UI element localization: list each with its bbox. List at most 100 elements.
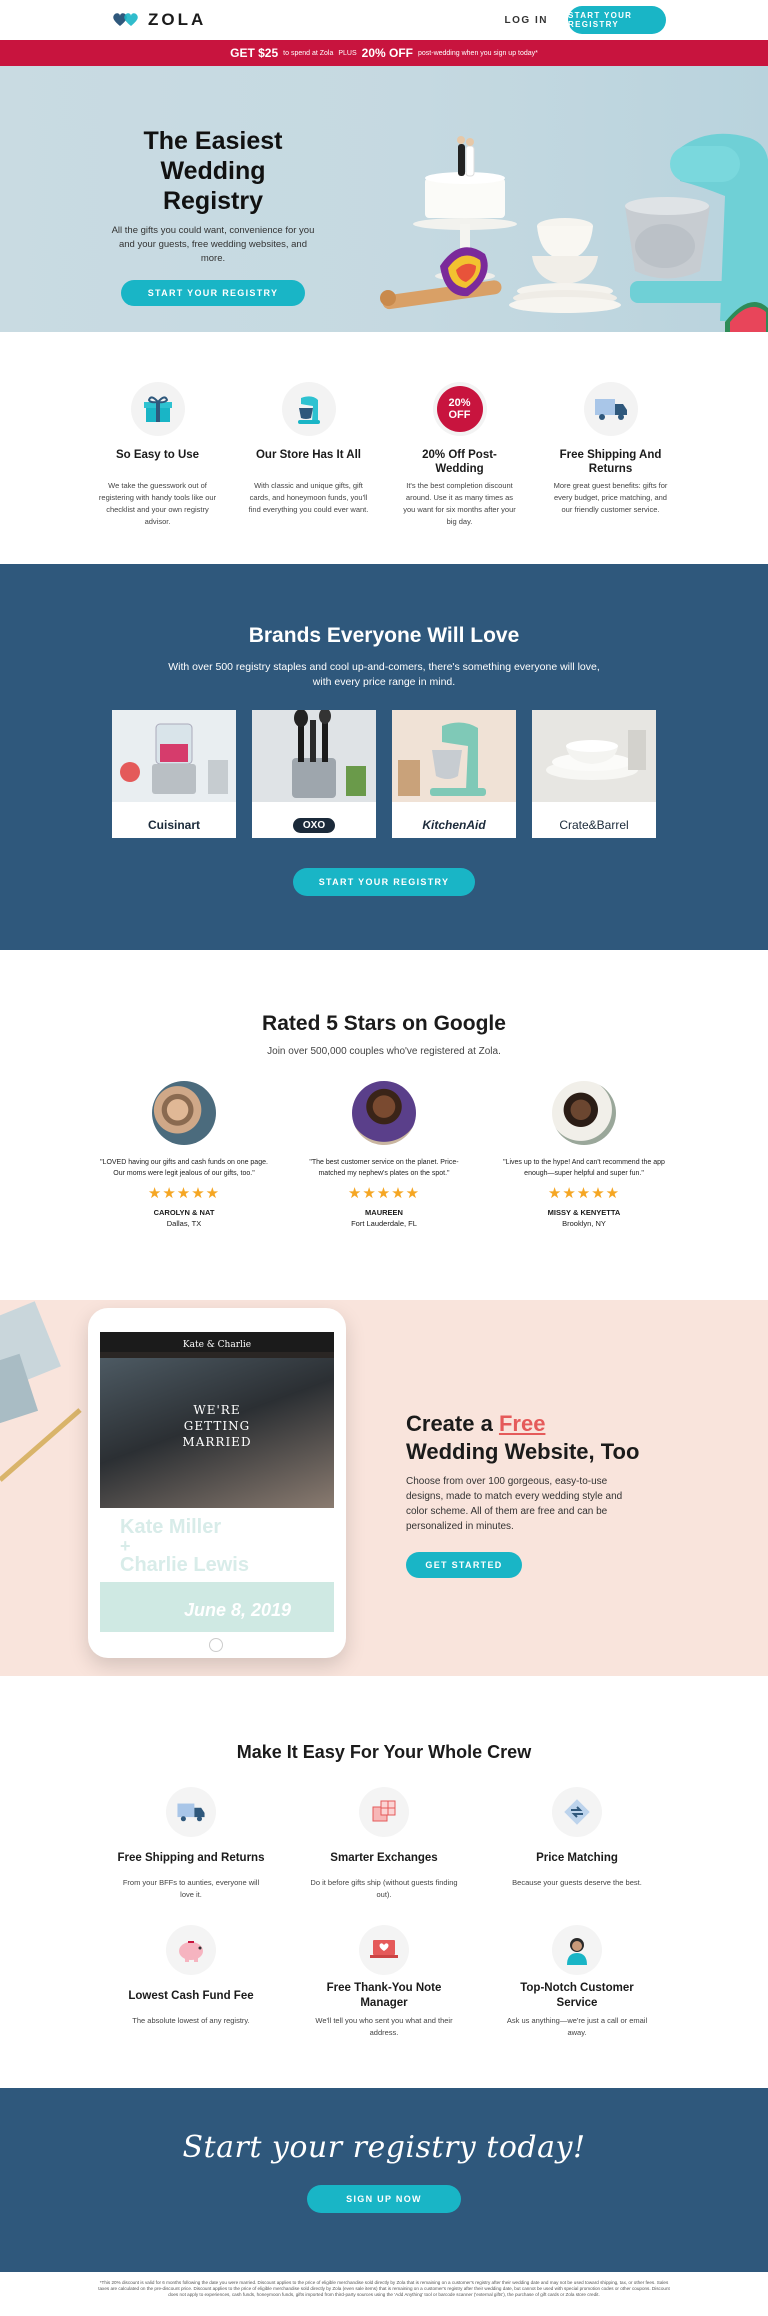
crew-item-body: From your BFFs to aunties, everyone will… [122, 1878, 260, 1899]
promo-discount: 20% OFF [361, 46, 414, 60]
crew-item-cash-fund: Lowest Cash Fund Fee The absolute lowest… [116, 1925, 266, 2039]
feature-body: We take the guesswork out of registering… [98, 481, 217, 526]
dinnerware-image [532, 710, 656, 802]
website-body: Choose from over 100 gorgeous, easy-to-u… [406, 1476, 623, 1532]
hero-start-registry-button[interactable]: START YOUR REGISTRY [121, 280, 305, 306]
avatar [352, 1081, 416, 1145]
brand-name: Cuisinart [147, 818, 200, 832]
login-link[interactable]: LOG IN [505, 15, 548, 26]
brands-subtitle: With over 500 registry staples and cool … [168, 661, 600, 688]
reviewer-city: Fort Lauderdale, FL [351, 1219, 417, 1228]
kitchen-utensils-image [252, 710, 376, 802]
reviewer-city: Dallas, TX [166, 1219, 202, 1228]
brand-card-cuisinart[interactable]: Cuisinart [112, 710, 236, 838]
crew-item-thank-you: Free Thank-You Note Manager We'll tell y… [309, 1925, 459, 2039]
review-card: "LOVED having our gifts and cash funds o… [99, 1081, 269, 1228]
crew-item-title: Price Matching [536, 1851, 618, 1864]
logo-text: ZOLA [148, 10, 207, 29]
reviewer-name: MISSY & KENYETTA [547, 1208, 621, 1217]
reviews-subtitle: Join over 500,000 couples who've registe… [267, 1046, 501, 1057]
hearts-logo-icon [113, 13, 138, 26]
brand-name: OXO [252, 807, 376, 838]
gift-box-icon [130, 382, 185, 436]
crew-item-body: Ask us anything—we're just a call or ema… [506, 2016, 648, 2037]
feature-title: Our Store Has It All [255, 449, 361, 461]
food-processor-image [112, 710, 236, 802]
hero-title: The Easiest Wedding Registry [143, 127, 283, 215]
avatar [552, 1081, 616, 1145]
crew-item-title: Smarter Exchanges [330, 1851, 438, 1864]
brand-name: KitchenAid [422, 818, 486, 832]
avatar [152, 1081, 216, 1145]
feature-title: 20% Off Post-Wedding [422, 449, 497, 475]
feature-title: So Easy to Use [115, 449, 200, 461]
feature-easy: So Easy to Use We take the guesswork out… [97, 382, 218, 564]
five-stars-icon: ★★★★★ [147, 1185, 221, 1202]
crew-item-shipping: Free Shipping and Returns From your BFFs… [116, 1787, 266, 1901]
crew-title: Make It Easy For Your Whole Crew [236, 1742, 532, 1762]
review-card: "The best customer service on the planet… [299, 1081, 469, 1228]
brand-card-oxo[interactable]: OXO [252, 710, 376, 838]
sign-up-now-button[interactable]: SIGN UP NOW [307, 2185, 461, 2213]
crew-item-title: Free Shipping and Returns [117, 1851, 265, 1864]
promo-text-2: post-wedding when you sign up today* [418, 49, 538, 57]
reviewer-city: Brooklyn, NY [562, 1219, 606, 1228]
crew-item-body: Because your guests deserve the best. [512, 1878, 642, 1887]
preview-names-2: Charlie Lewis [120, 1554, 249, 1576]
brands-title: Brands Everyone Will Love [248, 624, 520, 647]
nav-start-registry-button[interactable]: START YOUR REGISTRY [568, 6, 666, 34]
crew-section: Make It Easy For Your Whole Crew Free Sh… [0, 1676, 768, 2088]
website-title: Create a Free Wedding Website, Too [406, 1411, 640, 1464]
delivery-truck-icon [583, 382, 638, 436]
wedding-website-section: Kate & Charlie WE'RE GETTING MARRIED Kat… [0, 1300, 768, 1676]
zola-logo[interactable]: ZOLA [112, 10, 206, 30]
crew-item-customer-service: Top-Notch Customer Service Ask us anythi… [502, 1925, 652, 2039]
reviews-title: Rated 5 Stars on Google [262, 1012, 506, 1035]
brand-card-crate-barrel[interactable]: Crate&Barrel [532, 710, 656, 838]
brand-name: Crate&Barrel [559, 818, 629, 832]
feature-title: Free Shipping And Returns [559, 449, 662, 475]
crew-item-title: Lowest Cash Fund Fee [128, 1989, 254, 2002]
ipad-mockup: Kate & Charlie WE'RE GETTING MARRIED Kat… [88, 1308, 346, 1658]
discount-badge: 20% OFF [436, 386, 483, 432]
crew-item-body: The absolute lowest of any registry. [132, 2016, 250, 2025]
five-stars-icon: ★★★★★ [547, 1185, 621, 1202]
feature-discount: 20% OFF 20% Off Post-Wedding It's the be… [399, 382, 520, 564]
preview-date: June 8, 2019 [184, 1600, 292, 1620]
hero-kitchen-gifts-illustration [380, 133, 768, 332]
feature-body: It's the best completion discount around… [403, 481, 516, 526]
brands-section: Brands Everyone Will Love With over 500 … [0, 564, 768, 950]
discount-fineprint: *This 20% discount is valid for 6 months… [98, 2280, 670, 2297]
feature-body: With classic and unique gifts, gift card… [248, 481, 369, 514]
reviews-section: Rated 5 Stars on Google Join over 500,00… [0, 950, 768, 1300]
preview-overlay-text: WE'RE GETTING MARRIED [182, 1403, 252, 1449]
delivery-truck-icon [166, 1787, 216, 1837]
cta-script-heading: Start your registry today! [182, 2130, 586, 2165]
brands-start-registry-button[interactable]: START YOUR REGISTRY [293, 868, 475, 896]
promo-text-1: to spend at Zola [283, 49, 334, 57]
discount-badge-icon: 20% OFF [432, 382, 487, 436]
stand-mixer-image [392, 710, 516, 802]
get-started-button[interactable]: GET STARTED [406, 1552, 522, 1578]
brand-card-kitchenaid[interactable]: KitchenAid [392, 710, 516, 838]
feature-body: More great guest benefits: gifts for eve… [553, 481, 668, 514]
stand-mixer-icon [281, 382, 336, 436]
crew-item-price-matching: Price Matching Because your guests deser… [502, 1787, 652, 1901]
features-section: So Easy to Use We take the guesswork out… [0, 332, 768, 564]
crew-item-exchanges: Smarter Exchanges Do it before gifts shi… [309, 1787, 459, 1901]
crew-item-title: Top-Notch Customer Service [520, 1982, 634, 2009]
promo-plus: PLUS [338, 49, 357, 57]
support-agent-icon [552, 1925, 602, 1975]
piggy-bank-icon [166, 1925, 216, 1975]
crew-item-body: Do it before gifts ship (without guests … [310, 1878, 458, 1899]
desk-decor-illustration [0, 1301, 82, 1482]
review-quote: "The best customer service on the planet… [309, 1159, 459, 1177]
feature-store: Our Store Has It All With classic and un… [248, 382, 369, 564]
review-quote: "LOVED having our gifts and cash funds o… [100, 1159, 268, 1177]
price-match-arrows-icon [552, 1787, 602, 1837]
review-card: "Lives up to the hype! And can't recomme… [499, 1081, 669, 1228]
preview-names-1: Kate Miller [120, 1516, 222, 1538]
hero-section: The Easiest Wedding Registry All the gift… [0, 66, 768, 332]
review-quote: "Lives up to the hype! And can't recomme… [503, 1159, 665, 1177]
promo-banner[interactable]: GET $25 to spend at Zola PLUS 20% OFF po… [0, 40, 768, 66]
